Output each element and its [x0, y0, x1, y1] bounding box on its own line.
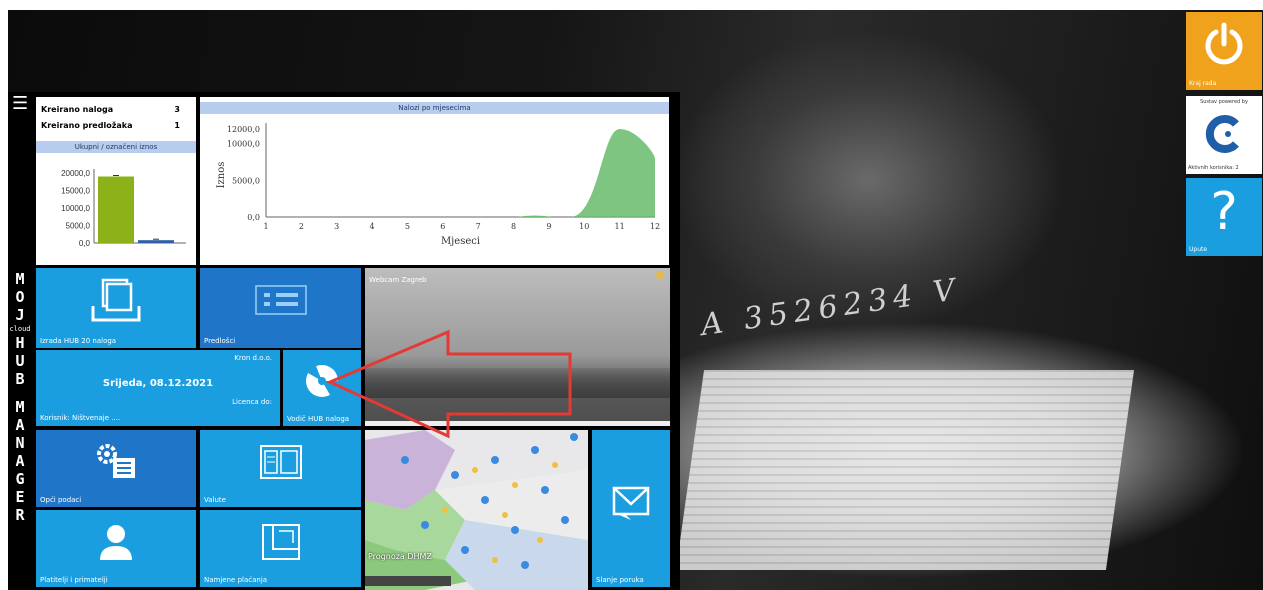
- amount-tick-label: 10000,0: [61, 204, 90, 213]
- brand-letter: U: [15, 352, 25, 370]
- monthly-area-chart: 12000,010000,05000,00,01 2 3 4 5 6 7 8 9 10 11 12Mj…: [216, 123, 660, 247]
- partners-tile[interactable]: Platitelji i primatelji: [36, 510, 196, 587]
- month-x-tick: 9: [546, 222, 551, 231]
- background-paper-stack: [675, 370, 1135, 570]
- layout-icon: [200, 510, 361, 573]
- currencies-label: Valute: [204, 496, 226, 504]
- send-messages-tile[interactable]: Slanje poruka: [592, 430, 670, 587]
- month-area-bump: [517, 215, 553, 217]
- brand-letter: B: [15, 370, 25, 388]
- templates-label: Predlošci: [204, 337, 236, 345]
- forecast-map-panel[interactable]: Prognoza DHMZ: [365, 430, 588, 590]
- brand-letter: O: [15, 288, 25, 306]
- amount-tick-label: 15000,0: [61, 187, 90, 196]
- hub-create-tile[interactable]: Izrada HUB 20 naloga: [36, 268, 196, 348]
- created-orders-label: Kreirano naloga: [41, 105, 114, 114]
- month-x-label: Mjeseci: [441, 236, 480, 247]
- payment-types-tile[interactable]: Namjene plaćanja: [200, 510, 361, 587]
- send-messages-label: Slanje poruka: [596, 576, 644, 584]
- forecast-map: [365, 430, 588, 590]
- powered-by-tile[interactable]: Sustav powered by Aktivnih korisnika: 2: [1186, 96, 1262, 174]
- month-x-tick: 10: [579, 222, 589, 231]
- help-label: Upute: [1189, 246, 1208, 253]
- brand-letter: M: [15, 270, 25, 288]
- weather-sun-icon: [656, 271, 664, 279]
- forecast-title: Prognoza DHMZ: [368, 552, 432, 561]
- exit-label: Kraj rada: [1189, 80, 1217, 87]
- help-tile[interactable]: ? Upute: [1186, 178, 1262, 256]
- brand-letter: N: [15, 434, 25, 452]
- month-tick-label: 12000,0: [227, 125, 260, 134]
- company-name: Kron d.o.o.: [234, 354, 272, 362]
- company-logo-icon: [1186, 114, 1262, 154]
- payment-types-label: Namjene plaćanja: [204, 576, 268, 584]
- summary-card: Kreirano naloga 3 Kreirano predložaka 1 …: [36, 97, 196, 265]
- template-screen-icon: [200, 268, 361, 334]
- current-date: Srijeda, 08.12.2021: [102, 378, 214, 389]
- annotation-arrow: [326, 329, 572, 439]
- month-x-tick: 5: [405, 222, 410, 231]
- brand-small-text: cloud: [9, 325, 31, 333]
- month-tick-label: 5000,0: [232, 176, 260, 185]
- created-orders-value: 3: [174, 105, 180, 114]
- month-x-tick: 3: [334, 222, 339, 231]
- general-data-label: Opći podaci: [40, 496, 82, 504]
- month-x-tick: 8: [511, 222, 516, 231]
- brand-letter: A: [15, 416, 25, 434]
- user-label: Korisnik: Ništvenaje ....: [40, 414, 121, 422]
- amount-tick-label: 20000,0: [61, 169, 90, 178]
- hub-create-label: Izrada HUB 20 naloga: [40, 337, 117, 345]
- brand-letter: H: [15, 334, 25, 352]
- brand-vertical-text: M O J cloud H U B M A N A G E R: [8, 270, 32, 590]
- amount-header: Ukupni / označeni iznos: [36, 141, 196, 153]
- partners-label: Platitelji i primatelji: [40, 576, 108, 584]
- month-x-tick: 4: [370, 222, 375, 231]
- month-tick-label: 10000,0: [227, 140, 260, 149]
- brand-letter: G: [15, 470, 25, 488]
- monthly-chart-card: Nalozi po mjesecima 12000,0 10000,0 5000,0…: [200, 97, 669, 265]
- brand-letter: J: [15, 306, 25, 324]
- amount-bar: [138, 240, 174, 243]
- brand-letter: A: [15, 452, 25, 470]
- exit-tile[interactable]: Kraj rada: [1186, 12, 1262, 90]
- monthly-chart-title: Nalozi po mjesecima: [200, 102, 669, 114]
- brand-letter: R: [15, 506, 25, 524]
- help-question-icon: ?: [1210, 182, 1238, 242]
- month-x-tick: 1: [263, 222, 268, 231]
- month-x-tick: 11: [615, 222, 625, 231]
- month-x-tick: 6: [440, 222, 445, 231]
- powered-by-label: Sustav powered by: [1200, 99, 1248, 105]
- document-stack-icon: [36, 268, 196, 334]
- info-tile: Kron d.o.o. Srijeda, 08.12.2021 Licenca …: [36, 350, 280, 426]
- amount-tick-label: 0,0: [79, 239, 91, 248]
- month-tick-label: 0,0: [247, 213, 260, 222]
- license-label: Licenca do:: [232, 398, 272, 406]
- forecast-legend-bar: [365, 576, 451, 586]
- brand-letter: M: [15, 398, 25, 416]
- brand-letter: E: [15, 488, 25, 506]
- settings-gear-icon: [36, 430, 196, 493]
- amount-tick-label: 5000,0: [66, 222, 91, 231]
- created-templates-label: Kreirano predložaka: [41, 121, 133, 130]
- active-users-label: Aktivnih korisnika: 2: [1188, 165, 1239, 171]
- created-templates-value: 1: [174, 121, 180, 130]
- month-x-tick: 12: [650, 222, 660, 231]
- general-data-tile[interactable]: Opći podaci: [36, 430, 196, 507]
- month-x-tick: 2: [299, 222, 304, 231]
- amount-bar-chart: 20000,0 15000,0 10000,0 5000,0 0,0: [61, 169, 186, 248]
- month-area-series: [266, 129, 655, 217]
- user-icon: [36, 510, 196, 573]
- webcam-title: Webcam Zagreb: [369, 276, 427, 284]
- amount-bar: [98, 176, 134, 243]
- month-y-label: Iznos: [216, 162, 227, 189]
- power-icon: [1186, 22, 1262, 66]
- hamburger-menu-icon[interactable]: ☰: [12, 95, 28, 113]
- envelope-icon: [592, 430, 670, 573]
- month-x-tick: 7: [476, 222, 481, 231]
